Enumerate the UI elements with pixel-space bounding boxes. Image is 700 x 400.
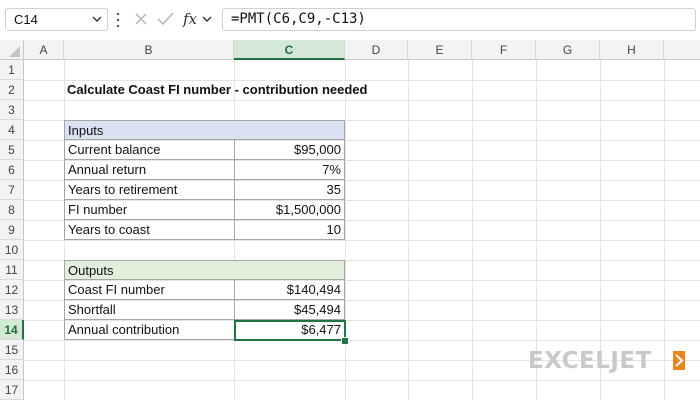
gridline xyxy=(472,60,473,400)
row-header-17[interactable]: 17 xyxy=(0,380,24,400)
row-header-15[interactable]: 15 xyxy=(0,340,24,360)
input-value-cell[interactable]: 10 xyxy=(234,220,345,240)
input-value-cell[interactable]: $1,500,000 xyxy=(234,200,345,220)
row-header-3[interactable]: 3 xyxy=(0,100,24,120)
column-header-c[interactable]: C xyxy=(234,40,345,60)
formula-bar: C14 fx =PMT(C6,C9,-C13) xyxy=(0,0,700,40)
inputs-header-value-cell[interactable] xyxy=(234,120,345,140)
fx-label: fx xyxy=(182,10,198,28)
confirm-icon[interactable] xyxy=(157,12,174,26)
expand-chevron-icon xyxy=(202,16,212,22)
output-label-cell[interactable]: Coast FI number xyxy=(64,280,235,300)
input-value-cell[interactable]: 35 xyxy=(234,180,345,200)
row-header-10[interactable]: 10 xyxy=(0,240,24,260)
row-header-13[interactable]: 13 xyxy=(0,300,24,320)
row-header-9[interactable]: 9 xyxy=(0,220,24,240)
cancel-icon[interactable] xyxy=(135,13,147,25)
column-header-f[interactable]: F xyxy=(472,40,536,60)
more-options-icon[interactable] xyxy=(116,11,120,29)
formula-input[interactable]: =PMT(C6,C9,-C13) xyxy=(222,8,696,31)
corner-triangle-icon xyxy=(9,46,20,57)
input-label-cell[interactable]: Current balance xyxy=(64,140,235,160)
column-header-g[interactable]: G xyxy=(536,40,600,60)
formula-actions: fx xyxy=(135,10,212,28)
insert-function-icon[interactable]: fx xyxy=(182,10,198,28)
chevron-down-icon[interactable] xyxy=(91,13,103,25)
gridline xyxy=(24,380,700,381)
input-label-cell[interactable]: Annual return xyxy=(64,160,235,180)
formula-text: =PMT(C6,C9,-C13) xyxy=(231,11,366,27)
row-header-16[interactable]: 16 xyxy=(0,360,24,380)
column-header-e[interactable]: E xyxy=(408,40,472,60)
column-header-b[interactable]: B xyxy=(64,40,234,60)
gridline xyxy=(24,240,700,241)
name-box-value: C14 xyxy=(14,12,38,27)
input-label-cell[interactable]: Years to coast xyxy=(64,220,235,240)
row-header-7[interactable]: 7 xyxy=(0,180,24,200)
inputs-header-cell[interactable]: Inputs xyxy=(64,120,235,140)
output-label-cell[interactable]: Annual contribution xyxy=(64,320,235,340)
gridline xyxy=(408,60,409,400)
row-header-5[interactable]: 5 xyxy=(0,140,24,160)
column-header-d[interactable]: D xyxy=(345,40,408,60)
row-header-12[interactable]: 12 xyxy=(0,280,24,300)
row-header-8[interactable]: 8 xyxy=(0,200,24,220)
column-header-a[interactable]: A xyxy=(24,40,64,60)
exceljet-logo: EXCELJET xyxy=(528,348,685,374)
output-value-cell[interactable]: $140,494 xyxy=(234,280,345,300)
logo-text: EXCELJET xyxy=(528,348,652,374)
output-label-cell[interactable]: Shortfall xyxy=(64,300,235,320)
logo-mark-icon xyxy=(673,351,685,370)
row-header-4[interactable]: 4 xyxy=(0,120,24,140)
row-header-14[interactable]: 14 xyxy=(0,320,24,340)
gridline xyxy=(24,100,700,101)
active-cell-selection[interactable] xyxy=(234,320,346,341)
sheet-title[interactable]: Calculate Coast FI number - contribution… xyxy=(67,80,367,100)
name-box[interactable]: C14 xyxy=(5,8,108,31)
input-value-cell[interactable]: 7% xyxy=(234,160,345,180)
input-value-cell[interactable]: $95,000 xyxy=(234,140,345,160)
outputs-header-value-cell[interactable] xyxy=(234,260,345,280)
output-value-cell[interactable]: $45,494 xyxy=(234,300,345,320)
row-header-11[interactable]: 11 xyxy=(0,260,24,280)
select-all-corner[interactable] xyxy=(0,40,24,60)
gridline xyxy=(24,340,700,341)
input-label-cell[interactable]: Years to retirement xyxy=(64,180,235,200)
row-header-2[interactable]: 2 xyxy=(0,80,24,100)
row-header-1[interactable]: 1 xyxy=(0,60,24,80)
outputs-header-cell[interactable]: Outputs xyxy=(64,260,235,280)
gridline xyxy=(345,60,346,400)
fill-handle[interactable] xyxy=(341,337,349,345)
input-label-cell[interactable]: FI number xyxy=(64,200,235,220)
column-header-h[interactable]: H xyxy=(600,40,664,60)
row-header-6[interactable]: 6 xyxy=(0,160,24,180)
